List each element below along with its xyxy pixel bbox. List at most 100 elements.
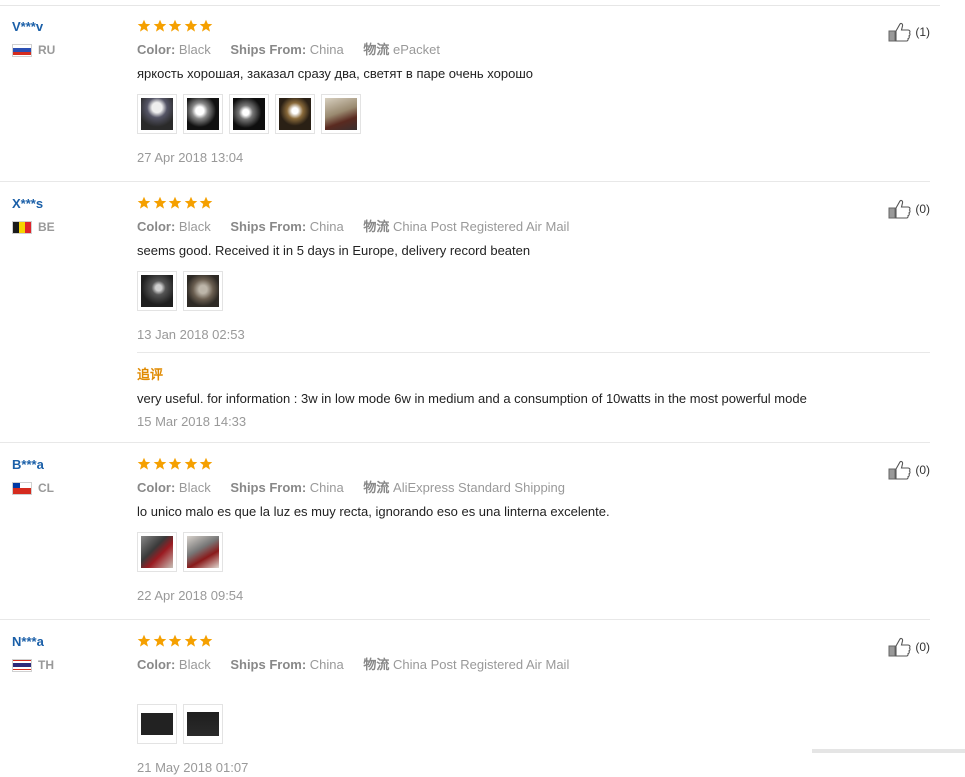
helpful-count: (0): [915, 640, 930, 654]
star-icon: [199, 196, 213, 209]
star-icon: [153, 634, 166, 647]
ships-label: Ships From:: [230, 657, 307, 672]
color-label: Color:: [137, 657, 176, 672]
helpful-button[interactable]: (0): [888, 199, 930, 219]
color-label: Color:: [137, 42, 176, 57]
review-divider: [0, 619, 930, 620]
additional-title: 追评: [137, 367, 164, 382]
star-icon: [184, 196, 197, 209]
review-content: Color: Black Ships From: China 物流 ePacke…: [137, 18, 917, 167]
ships-value: China: [309, 219, 344, 234]
flag-th-icon: [12, 658, 32, 672]
country-code: TH: [38, 658, 54, 672]
star-icon: [168, 19, 182, 32]
star-icon: [199, 634, 213, 647]
order-info: Color: Black Ships From: China 物流 China …: [137, 656, 917, 674]
star-icon: [137, 196, 151, 209]
star-icon: [199, 19, 213, 32]
additional-date: 15 Mar 2018 14:33: [137, 414, 247, 429]
color-value: Black: [178, 42, 211, 57]
horizontal-scrollbar[interactable]: [812, 749, 965, 753]
reviewer-country: RU: [12, 42, 55, 58]
review-photo[interactable]: [137, 271, 177, 311]
reviewer-name: B***a: [12, 457, 44, 472]
logistics-value: China Post Registered Air Mail: [393, 219, 570, 234]
color-value: Black: [178, 657, 211, 672]
logistics-value: AliExpress Standard Shipping: [393, 480, 566, 495]
reviewer-info: V***v RU: [12, 18, 55, 58]
country-code: CL: [38, 481, 54, 495]
review-text: яркость хорошая, заказал сразу два, свет…: [137, 66, 534, 81]
review-date: 22 Apr 2018 09:54: [137, 588, 244, 603]
reviewer-country: CL: [12, 480, 54, 496]
review-photo[interactable]: [137, 704, 177, 744]
review-photo[interactable]: [137, 532, 177, 572]
review-photos: [137, 532, 917, 574]
star-icon: [168, 196, 182, 209]
logistics-label: 物流: [363, 219, 390, 234]
star-rating: [137, 18, 917, 36]
star-icon: [168, 457, 182, 470]
logistics-value: ePacket: [393, 42, 441, 57]
reviewer-country: BE: [12, 219, 55, 235]
review-photo[interactable]: [183, 704, 223, 744]
review-photos: [137, 271, 917, 313]
reviewer-info: N***a TH: [12, 633, 54, 673]
reviewer-name: N***a: [12, 634, 44, 649]
helpful-button[interactable]: (0): [888, 637, 930, 657]
review-date: 21 May 2018 01:07: [137, 760, 249, 775]
review-photo[interactable]: [275, 94, 315, 134]
ships-label: Ships From:: [230, 219, 307, 234]
star-icon: [137, 19, 151, 32]
star-icon: [153, 196, 166, 209]
star-icon: [184, 634, 197, 647]
review-item: B***a CL Color: Black Ships From: China …: [0, 456, 940, 620]
thumbs-up-icon[interactable]: [888, 22, 912, 42]
review-photo[interactable]: [229, 94, 269, 134]
review-photo[interactable]: [183, 271, 223, 311]
thumbs-up-icon[interactable]: [888, 460, 912, 480]
review-divider: [0, 442, 930, 443]
review-photo[interactable]: [183, 94, 223, 134]
ships-value: China: [309, 480, 344, 495]
star-icon: [168, 634, 182, 647]
reviewer-info: B***a CL: [12, 456, 54, 496]
star-icon: [199, 457, 213, 470]
reviewer-name: V***v: [12, 19, 44, 34]
review-content: Color: Black Ships From: China 物流 China …: [137, 195, 917, 344]
review-date: 27 Apr 2018 13:04: [137, 150, 244, 165]
thumbs-up-icon[interactable]: [888, 637, 912, 657]
star-rating: [137, 195, 917, 213]
reviewer-name: X***s: [12, 196, 44, 211]
review-text: [137, 680, 917, 698]
logistics-label: 物流: [363, 657, 390, 672]
ships-value: China: [309, 42, 344, 57]
review-photo[interactable]: [321, 94, 361, 134]
helpful-button[interactable]: (0): [888, 460, 930, 480]
color-label: Color:: [137, 480, 176, 495]
ships-label: Ships From:: [230, 480, 307, 495]
review-photo[interactable]: [183, 532, 223, 572]
additional-divider: [137, 352, 930, 353]
flag-be-icon: [12, 220, 32, 234]
top-divider: [0, 5, 940, 6]
reviewer-info: X***s BE: [12, 195, 55, 235]
helpful-button[interactable]: (1): [888, 22, 930, 42]
logistics-value: China Post Registered Air Mail: [393, 657, 570, 672]
star-rating: [137, 633, 917, 651]
thumbs-up-icon[interactable]: [888, 199, 912, 219]
color-value: Black: [178, 219, 211, 234]
order-info: Color: Black Ships From: China 物流 ePacke…: [137, 41, 917, 59]
star-icon: [184, 457, 197, 470]
review-text: lo unico malo es que la luz es muy recta…: [137, 504, 610, 519]
flag-ru-icon: [12, 43, 32, 57]
star-rating: [137, 456, 917, 474]
reviewer-country: TH: [12, 657, 54, 673]
review-item: X***s BE Color: Black Ships From: China …: [0, 195, 940, 443]
review-photo[interactable]: [137, 94, 177, 134]
additional-text: very useful. for information : 3w in low…: [137, 391, 807, 406]
color-label: Color:: [137, 219, 176, 234]
review-photos: [137, 704, 917, 746]
ships-label: Ships From:: [230, 42, 307, 57]
review-item: V***v RU Color: Black Ships From: China …: [0, 18, 940, 182]
